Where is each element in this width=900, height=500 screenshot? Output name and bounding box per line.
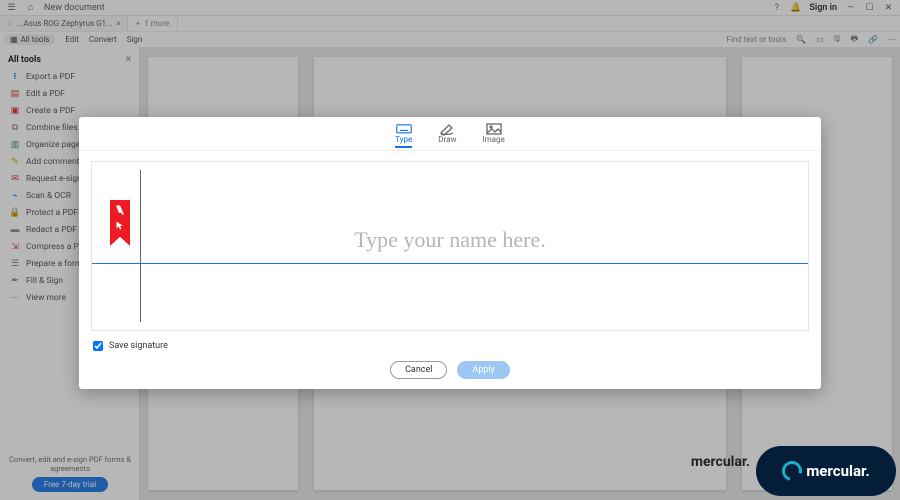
draw-icon [439,123,455,135]
save-signature-label: Save signature [109,341,168,351]
apply-button[interactable]: Apply [457,361,509,379]
save-signature-row: Save signature [79,337,821,355]
signature-baseline [92,263,808,264]
adobe-bookmark [110,200,130,246]
signature-margin-line [140,170,141,322]
watermark-badge: mercular. [756,446,896,496]
signature-placeholder: Type your name here. [354,227,546,253]
modal-actions: Cancel Apply [79,355,821,389]
adobe-a-icon [114,204,126,216]
tab-image[interactable]: Image [482,123,504,148]
signature-mode-tabs: Type Draw Image [79,117,821,151]
watermark-small: mercular. [691,454,750,470]
modal-overlay: Type Draw Image Type your name here. Sav… [0,0,900,500]
image-icon [486,123,502,135]
cursor-icon [114,220,126,232]
tab-type[interactable]: Type [395,123,412,148]
cancel-button[interactable]: Cancel [390,361,447,379]
tab-draw[interactable]: Draw [438,123,456,148]
signature-modal: Type Draw Image Type your name here. Sav… [79,117,821,389]
brand-ring-icon [779,457,806,484]
save-signature-checkbox[interactable] [93,341,103,351]
signature-input-area[interactable]: Type your name here. [91,161,809,331]
keyboard-icon [396,123,412,135]
